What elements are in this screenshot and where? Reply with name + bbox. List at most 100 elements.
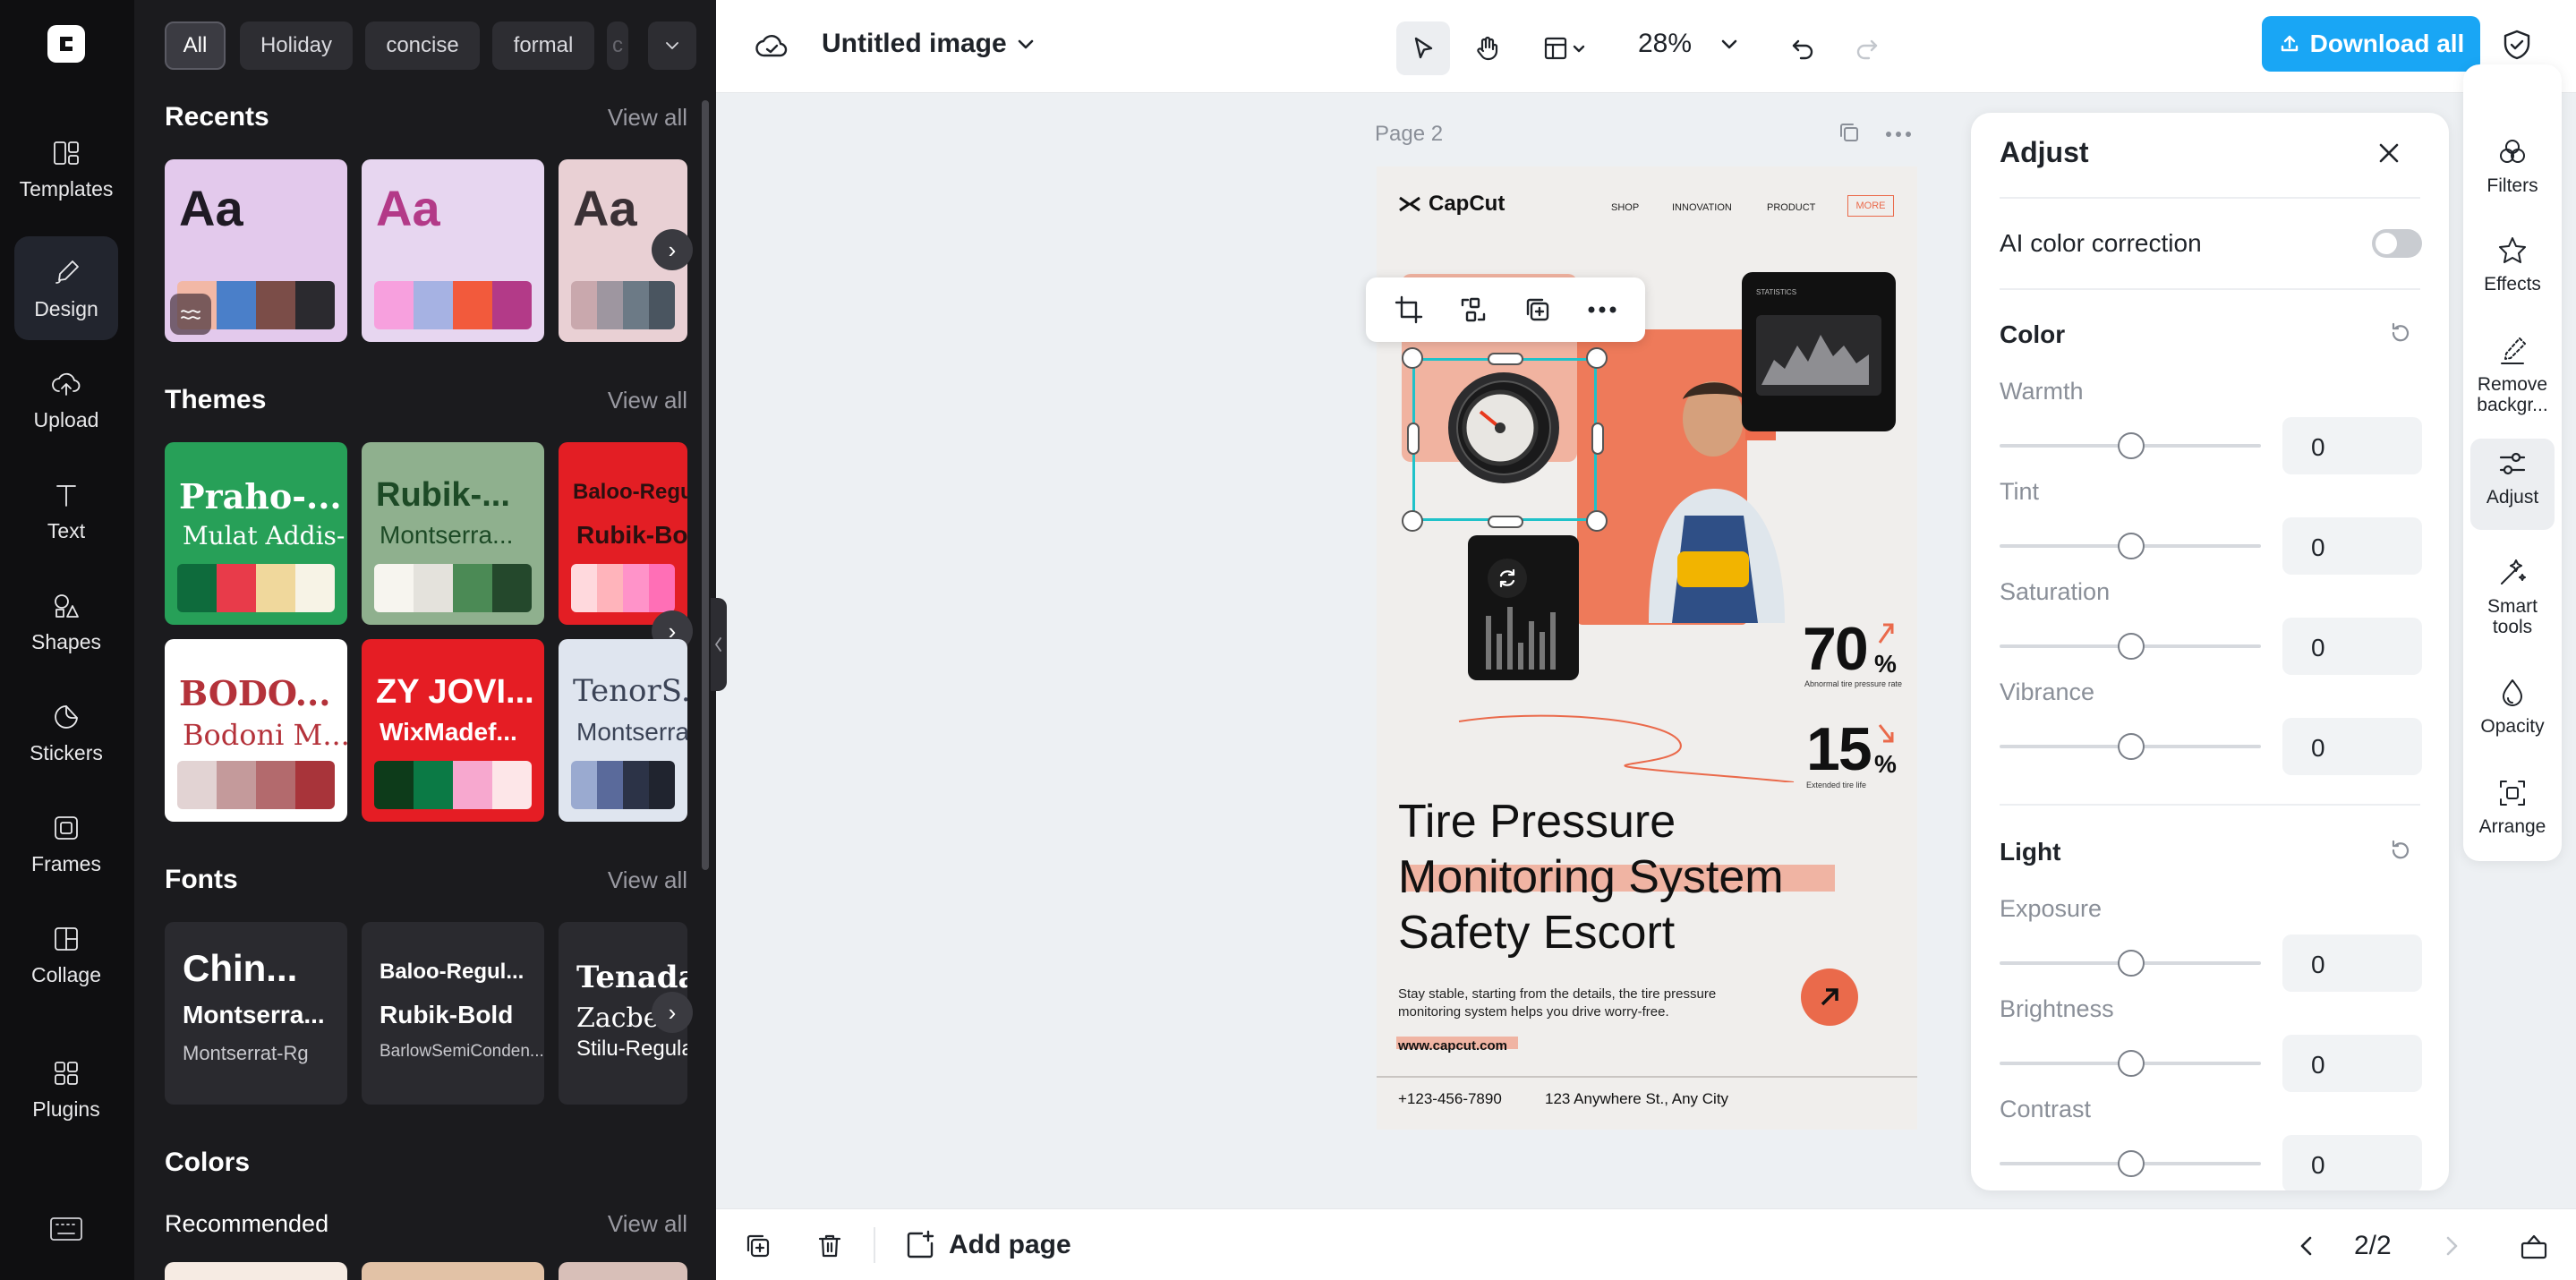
crop-icon[interactable] — [1394, 294, 1424, 325]
pages-overview-button[interactable] — [2519, 1231, 2549, 1261]
rail-item-text[interactable]: Text — [14, 458, 118, 562]
resize-handle-bottom-right[interactable] — [1586, 510, 1608, 532]
vibrance-value-input[interactable]: 0 — [2282, 718, 2422, 775]
exposure-slider-knob[interactable] — [2118, 950, 2145, 977]
tool-adjust[interactable]: Adjust — [2470, 439, 2555, 530]
resize-handle-top-right[interactable] — [1586, 347, 1608, 369]
theme-card-2[interactable]: Rubik-... Montserra... — [362, 442, 544, 625]
chip-concise[interactable]: concise — [365, 21, 480, 70]
page-more-icon[interactable] — [1885, 131, 1912, 138]
panel-scrollbar[interactable] — [702, 100, 709, 870]
close-adjust-button[interactable] — [2374, 138, 2404, 168]
saturation-slider[interactable] — [2000, 633, 2261, 660]
vibrance-slider-knob[interactable] — [2118, 733, 2145, 760]
rail-item-stickers[interactable]: Stickers — [14, 680, 118, 784]
capcut-logo-icon[interactable] — [47, 25, 85, 63]
collapse-panel-handle[interactable] — [711, 598, 727, 691]
rail-item-shapes[interactable]: Shapes — [14, 569, 118, 673]
document-title[interactable]: Untitled image — [822, 29, 1007, 59]
rail-item-templates[interactable]: Templates — [14, 116, 118, 220]
font-card-2[interactable]: Baloo-Regul... Rubik-Bold BarlowSemiCond… — [362, 922, 544, 1105]
brightness-value-input[interactable]: 0 — [2282, 1035, 2422, 1092]
fonts-scroll-right-button[interactable]: › — [652, 992, 693, 1033]
color-palette-card-2[interactable] — [362, 1262, 544, 1280]
zoom-dropdown-icon[interactable] — [1717, 32, 1742, 57]
more-options-icon[interactable] — [1587, 305, 1617, 314]
rail-item-plugins[interactable]: Plugins — [14, 1037, 118, 1140]
tool-arrange[interactable]: Arrange — [2470, 768, 2555, 837]
undo-button[interactable] — [1776, 21, 1830, 75]
replace-image-icon[interactable] — [1458, 294, 1488, 325]
redo-button[interactable] — [1840, 21, 1894, 75]
tool-opacity[interactable]: Opacity — [2470, 668, 2555, 737]
rotate-handle[interactable] — [1488, 559, 1527, 598]
colors-view-all[interactable]: View all — [608, 1210, 687, 1238]
theme-card-1[interactable]: Praho-... Mulat Addis-... — [165, 442, 347, 625]
tool-smart-tools[interactable]: Smart tools — [2470, 548, 2555, 637]
resize-handle-left[interactable] — [1407, 422, 1420, 455]
resize-handle-top[interactable] — [1488, 353, 1523, 365]
theme-card-4[interactable]: BODO... Bodoni M... — [165, 639, 347, 822]
recents-scroll-right-button[interactable]: › — [652, 229, 693, 270]
chip-all[interactable]: All — [165, 21, 226, 70]
tint-slider[interactable] — [2000, 533, 2261, 559]
duplicate-icon[interactable] — [1523, 294, 1553, 325]
tint-value-input[interactable]: 0 — [2282, 517, 2422, 575]
chip-more-partial[interactable]: c — [607, 21, 628, 70]
resize-handle-right[interactable] — [1591, 422, 1604, 455]
layout-button[interactable] — [1529, 21, 1600, 75]
rail-item-upload[interactable]: Upload — [14, 347, 118, 451]
previous-page-button[interactable] — [2293, 1233, 2320, 1259]
title-dropdown-icon[interactable] — [1013, 32, 1038, 57]
cloud-save-icon[interactable] — [754, 29, 789, 64]
warmth-slider[interactable] — [2000, 432, 2261, 459]
duplicate-page-icon[interactable] — [1837, 120, 1862, 145]
reset-color-button[interactable] — [2388, 320, 2413, 346]
theme-card-6[interactable]: TenorS... Montserra — [559, 639, 687, 822]
recents-view-all[interactable]: View all — [608, 104, 687, 132]
color-palette-card-3[interactable] — [559, 1262, 687, 1280]
tool-filters[interactable]: Filters — [2470, 127, 2555, 196]
contrast-value-input[interactable]: 0 — [2282, 1135, 2422, 1190]
recent-card-1[interactable]: Aa — [165, 159, 347, 342]
tint-slider-knob[interactable] — [2118, 533, 2145, 559]
reset-light-button[interactable] — [2388, 838, 2413, 863]
rail-item-design[interactable]: Design — [14, 236, 118, 340]
vibrance-slider[interactable] — [2000, 733, 2261, 760]
chips-expand-button[interactable] — [648, 21, 696, 70]
brightness-slider[interactable] — [2000, 1050, 2261, 1077]
chip-holiday[interactable]: Holiday — [240, 21, 353, 70]
tool-effects[interactable]: Effects — [2470, 226, 2555, 294]
download-all-button[interactable]: Download all — [2262, 16, 2480, 72]
themes-view-all[interactable]: View all — [608, 387, 687, 414]
hand-tool-button[interactable] — [1461, 21, 1514, 75]
select-tool-button[interactable] — [1396, 21, 1450, 75]
font-card-1[interactable]: Chin... Montserra... Montserrat-Rg — [165, 922, 347, 1105]
tool-remove-background[interactable]: Remove backgr... — [2470, 326, 2555, 415]
theme-card-3[interactable]: Baloo-Regu Rubik-Bo — [559, 442, 687, 625]
resize-handle-bottom[interactable] — [1488, 516, 1523, 528]
duplicate-page-button[interactable] — [743, 1231, 773, 1261]
add-page-button[interactable]: Add page — [904, 1229, 1071, 1261]
warmth-value-input[interactable]: 0 — [2282, 417, 2422, 474]
brightness-slider-knob[interactable] — [2118, 1050, 2145, 1077]
theme-card-5[interactable]: ZY JOVI... WixMadef... — [362, 639, 544, 822]
chip-formal[interactable]: formal — [492, 21, 594, 70]
exposure-slider[interactable] — [2000, 950, 2261, 977]
saturation-slider-knob[interactable] — [2118, 633, 2145, 660]
recent-card-2[interactable]: Aa — [362, 159, 544, 342]
resize-handle-top-left[interactable] — [1402, 347, 1423, 369]
fonts-view-all[interactable]: View all — [608, 866, 687, 894]
delete-page-button[interactable] — [815, 1231, 845, 1261]
warmth-slider-knob[interactable] — [2118, 432, 2145, 459]
resize-handle-bottom-left[interactable] — [1402, 510, 1423, 532]
zoom-level[interactable]: 28% — [1638, 29, 1692, 59]
ai-color-correction-toggle[interactable] — [2372, 229, 2422, 258]
saturation-value-input[interactable]: 0 — [2282, 618, 2422, 675]
contrast-slider-knob[interactable] — [2118, 1150, 2145, 1177]
selection-bounding-box[interactable] — [1412, 358, 1597, 521]
next-page-button[interactable] — [2438, 1233, 2465, 1259]
shield-icon[interactable] — [2499, 27, 2535, 63]
contrast-slider[interactable] — [2000, 1150, 2261, 1177]
color-palette-card-1[interactable] — [165, 1262, 347, 1280]
